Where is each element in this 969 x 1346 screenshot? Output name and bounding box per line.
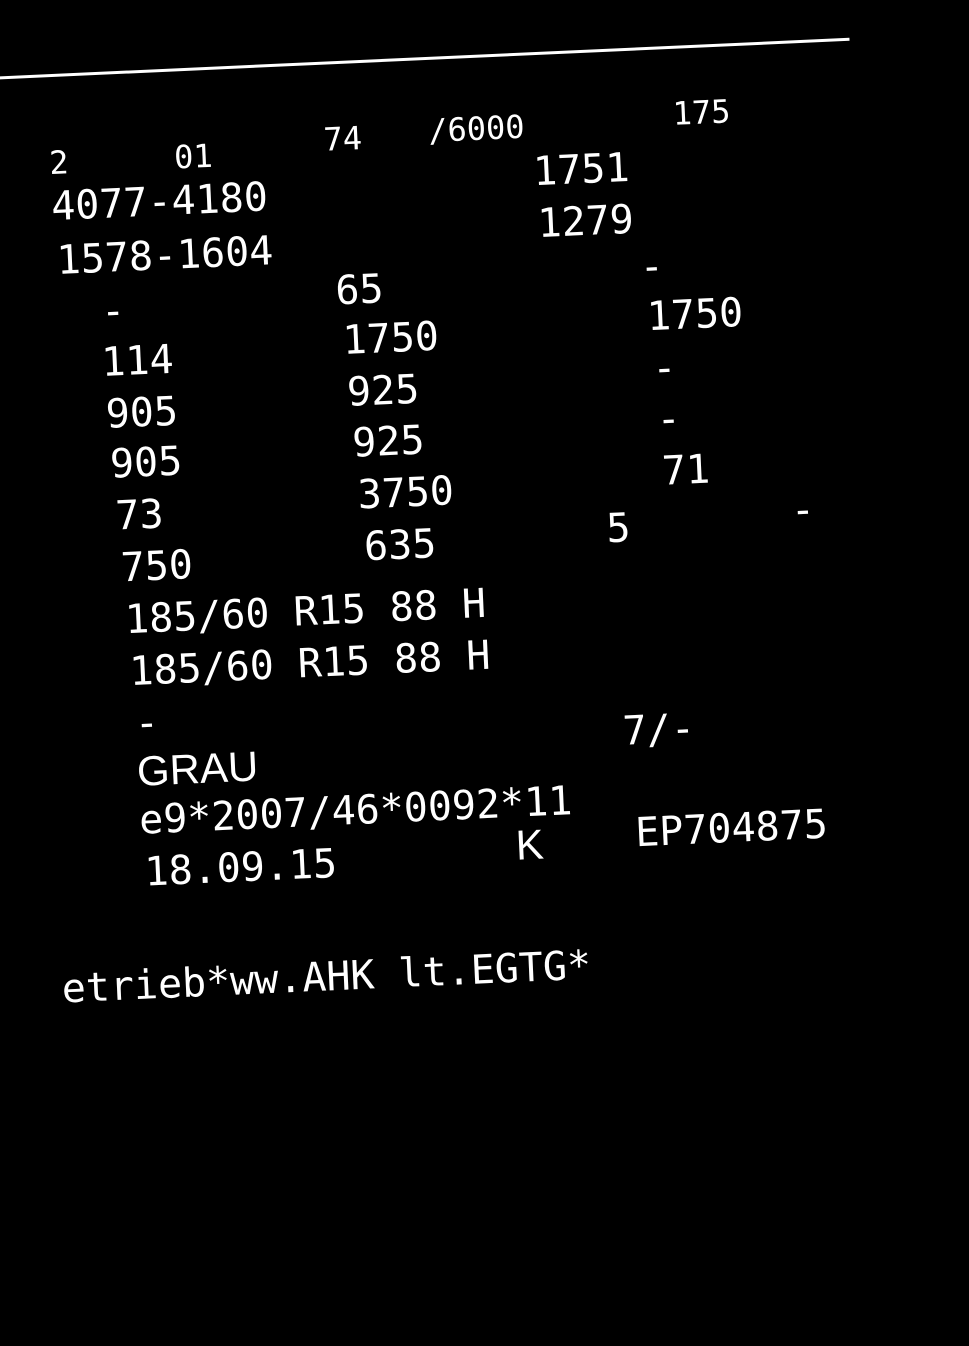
value-114: 114 bbox=[100, 336, 175, 387]
value-925: 925 bbox=[351, 417, 426, 467]
document-number: EP704875 bbox=[634, 801, 829, 857]
value-range-1: 4077-4180 bbox=[50, 174, 269, 231]
value-1750: 1750 bbox=[645, 289, 745, 341]
header-field-3: 74 bbox=[322, 119, 363, 159]
value-1751: 1751 bbox=[532, 144, 631, 196]
value-635: 635 bbox=[362, 521, 438, 571]
document-content: 2 01 74 /6000 175 4077-4180 1751 1578-16… bbox=[0, 0, 969, 1346]
tyre-size-2: 185/60 R15 88 H bbox=[128, 632, 492, 696]
document-page: 2 01 74 /6000 175 4077-4180 1751 1578-16… bbox=[0, 0, 969, 1325]
header-field-1: 2 bbox=[48, 143, 70, 183]
tyre-size-1: 185/60 R15 88 H bbox=[124, 580, 487, 644]
value-range-2: 1578-1604 bbox=[55, 228, 275, 284]
value-925: 925 bbox=[345, 366, 421, 416]
value-73: 73 bbox=[114, 491, 165, 540]
issue-date: 18.09.15 bbox=[143, 840, 339, 896]
value-1279: 1279 bbox=[536, 196, 635, 248]
color-label: GRAU bbox=[135, 742, 260, 795]
dash-field: - bbox=[651, 344, 678, 393]
dash-field: - bbox=[100, 287, 127, 335]
dash-field: - bbox=[638, 243, 665, 291]
value-750: 750 bbox=[119, 542, 194, 592]
value-65: 65 bbox=[334, 266, 385, 315]
top-rule-line bbox=[0, 37, 850, 80]
value-1750: 1750 bbox=[341, 313, 440, 365]
value-905: 905 bbox=[104, 388, 179, 438]
color-code: 7/- bbox=[621, 705, 696, 755]
value-905: 905 bbox=[108, 438, 184, 488]
remarks-line: etrieb*ww.AHK lt.EGTG* bbox=[60, 942, 593, 1013]
header-field-5: 175 bbox=[671, 92, 732, 133]
header-field-2: 01 bbox=[173, 136, 214, 177]
header-field-4: /6000 bbox=[427, 107, 526, 150]
value-3750: 3750 bbox=[356, 468, 455, 519]
dash-field: - bbox=[133, 699, 160, 747]
value-5: 5 bbox=[605, 505, 632, 553]
dash-field: - bbox=[655, 395, 682, 443]
dash-field: - bbox=[789, 486, 816, 534]
value-71: 71 bbox=[660, 446, 712, 495]
code-k: K bbox=[514, 820, 545, 869]
